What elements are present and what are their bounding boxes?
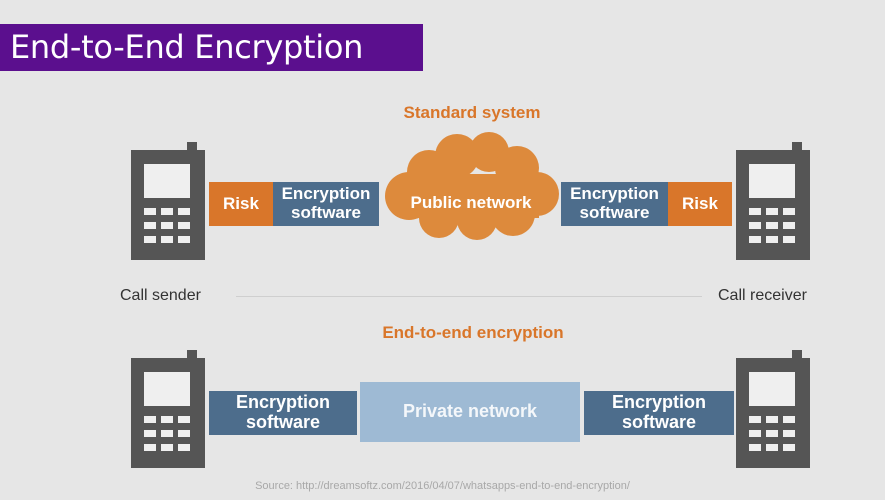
encryption-software-left: Encryption software — [273, 182, 379, 226]
cloud-icon — [385, 132, 559, 240]
encryption-software-right-e2e: Encryption software — [584, 391, 734, 435]
standard-system-heading: Standard system — [403, 103, 541, 122]
risk-box-right: Risk — [668, 182, 732, 226]
sender-phone-icon — [131, 142, 205, 260]
receiver-phone-icon — [736, 350, 810, 468]
encryption-software-left-e2e: Encryption software — [209, 391, 357, 435]
call-receiver-label: Call receiver — [718, 287, 807, 304]
sender-phone-icon — [131, 350, 205, 468]
public-network-label: Public network — [410, 193, 532, 212]
end-to-end-heading: End-to-end encryption — [382, 323, 564, 342]
source-citation: Source: http://dreamsoftz.com/2016/04/07… — [255, 480, 630, 492]
risk-box-left: Risk — [209, 182, 273, 226]
slide-title: End-to-End Encryption — [0, 24, 423, 71]
encryption-software-right: Encryption software — [561, 182, 668, 226]
receiver-phone-icon — [736, 142, 810, 260]
call-sender-label: Call sender — [120, 287, 201, 304]
private-network-box: Private network — [360, 382, 580, 442]
divider-line — [236, 296, 702, 297]
